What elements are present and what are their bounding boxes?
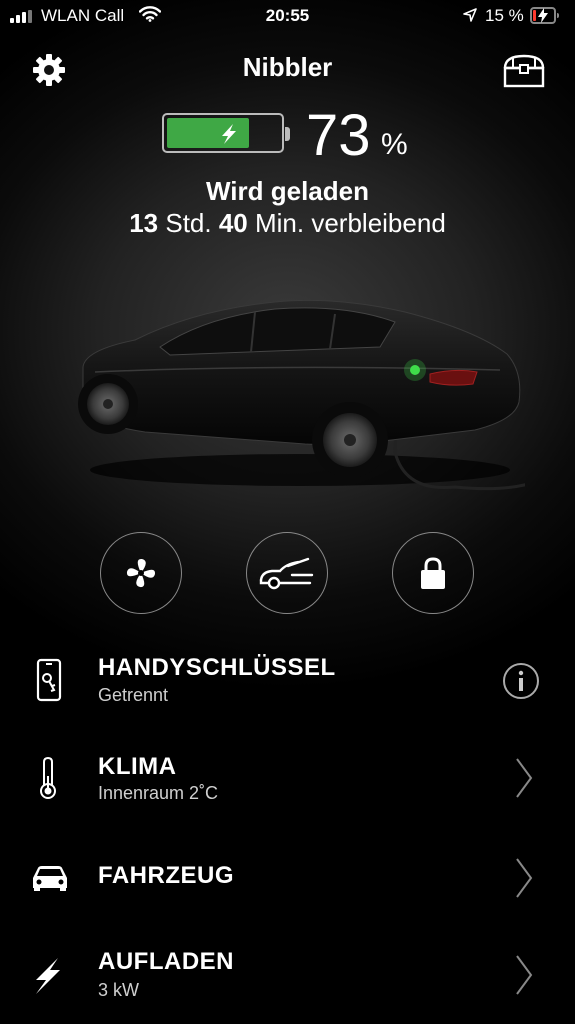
minutes-value: 40 <box>218 208 248 238</box>
charging-power: 3 kW <box>98 980 140 1000</box>
car-icon <box>30 864 70 897</box>
charging-status: Wird geladen <box>205 176 369 206</box>
fan-icon <box>126 558 156 588</box>
time-remaining: 13 Std. 40 Min. verbleibend <box>0 208 575 239</box>
frunk-button[interactable] <box>246 532 328 614</box>
chevron-right-icon <box>513 856 535 905</box>
info-icon[interactable] <box>502 662 540 705</box>
chevron-right-icon <box>513 756 535 805</box>
car-image <box>75 292 536 507</box>
list-item-climate[interactable]: KLIMA Innenraum 2˚C <box>0 748 575 818</box>
car-name: Nibbler <box>242 52 333 82</box>
list-item-phone-key[interactable]: HANDYSCHLÜSSEL Getrennt <box>0 648 575 718</box>
climate-fan-button[interactable] <box>100 532 182 614</box>
frunk-icon <box>259 557 314 590</box>
state-of-charge-unit: % <box>381 128 408 161</box>
charging-label: AUFLADEN <box>98 948 234 975</box>
status-bar: WLAN Call 20:55 15 % <box>0 0 575 34</box>
status-battery-icon <box>530 7 559 24</box>
battery-percent: 15 % <box>485 6 524 25</box>
chevron-right-icon <box>513 953 535 1002</box>
hours-unit: Std. <box>165 208 212 238</box>
battery-gauge <box>162 113 290 153</box>
bolt-icon <box>30 956 66 1001</box>
climate-label: KLIMA <box>98 753 177 780</box>
charging-bolt-icon <box>222 124 236 144</box>
minutes-unit: Min. verbleibend <box>255 208 446 238</box>
list-item-vehicle[interactable]: FAHRZEUG <box>0 850 575 910</box>
vehicle-label: FAHRZEUG <box>98 862 234 889</box>
phone-key-status: Getrennt <box>98 685 169 705</box>
phone-key-label: HANDYSCHLÜSSEL <box>98 654 336 681</box>
climate-cabin-temp: Innenraum 2˚C <box>98 783 219 803</box>
lock-button[interactable] <box>392 532 474 614</box>
lock-icon <box>421 557 445 589</box>
hours-value: 13 <box>129 208 159 238</box>
location-arrow-icon <box>463 7 477 27</box>
trunk-icon[interactable] <box>501 52 547 95</box>
thermometer-icon <box>36 756 60 805</box>
state-of-charge-value: 73 <box>306 103 371 168</box>
phone-key-icon <box>30 658 68 707</box>
list-item-charging[interactable]: AUFLADEN 3 kW <box>0 944 575 1014</box>
